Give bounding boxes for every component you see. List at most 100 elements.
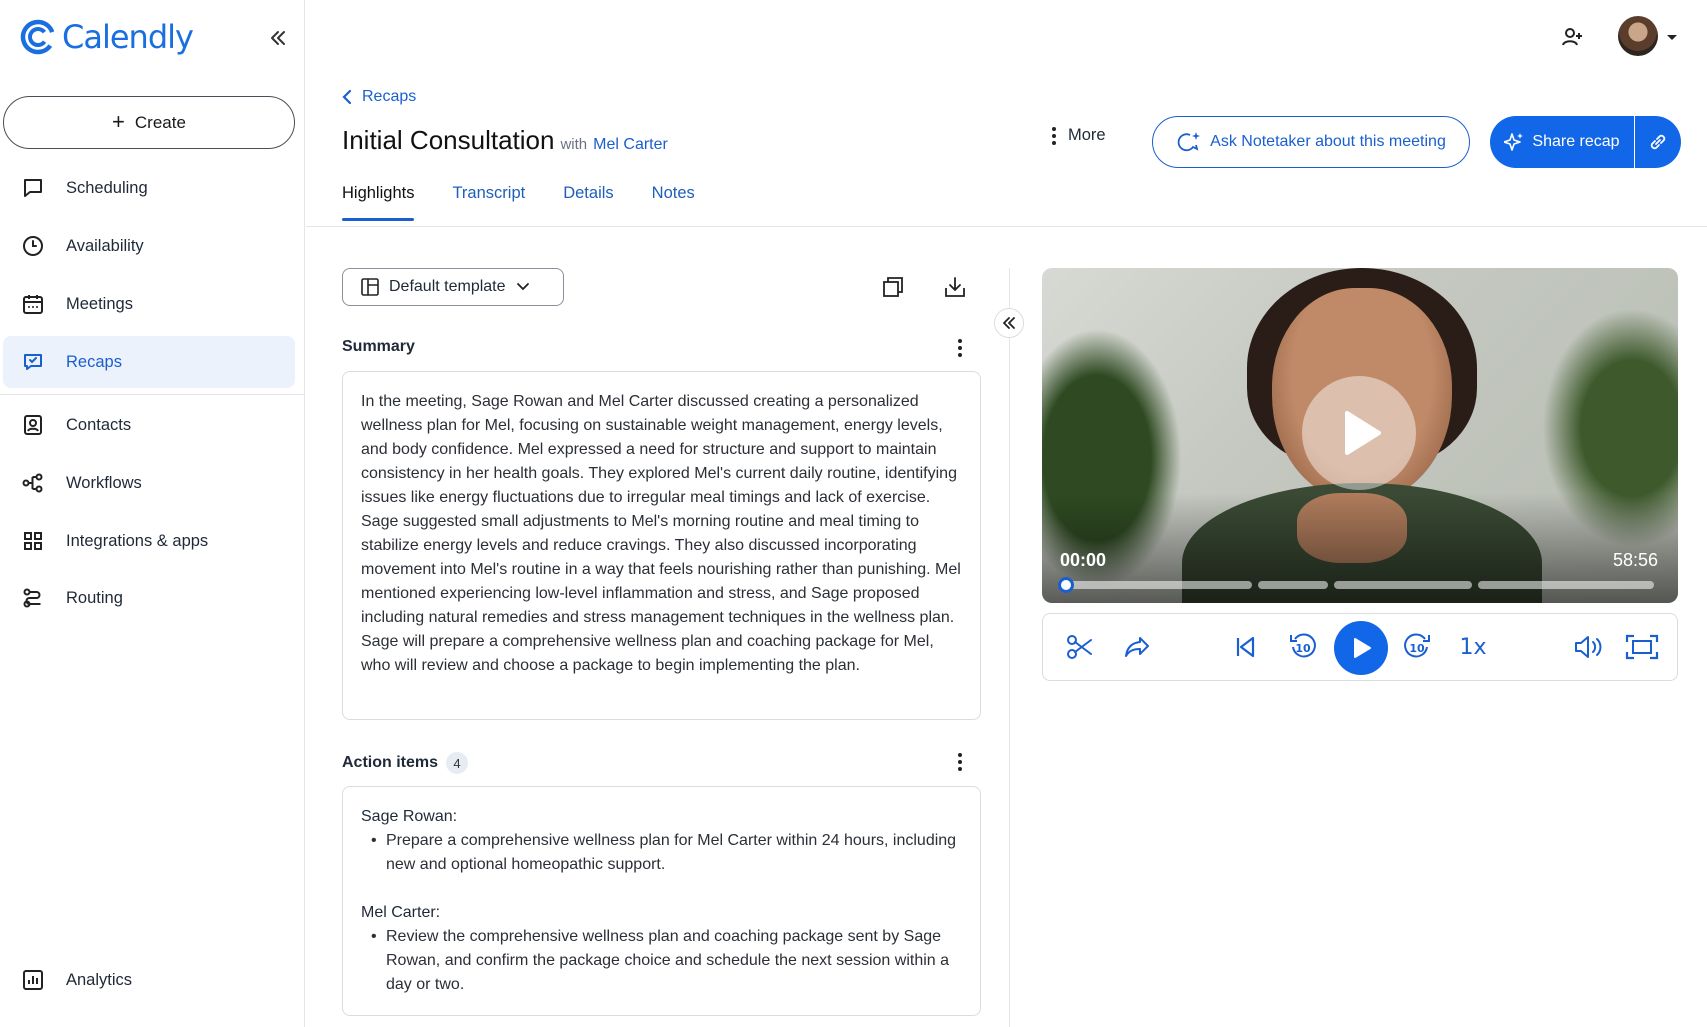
sparkle-icon [1504, 133, 1524, 151]
share-label: Share recap [1532, 133, 1620, 150]
video-player[interactable]: 00:00 58:56 [1042, 268, 1678, 603]
action-list: Review the comprehensive wellness plan a… [361, 925, 962, 997]
more-button[interactable]: More [1052, 126, 1106, 145]
template-dropdown[interactable]: Default template [342, 268, 564, 306]
sidebar-item-label: Scheduling [66, 178, 148, 197]
template-label: Default template [389, 278, 506, 295]
rewind-10-button[interactable]: 10 [1284, 628, 1322, 666]
download-icon[interactable] [942, 274, 968, 300]
forward-10-button[interactable]: 10 [1398, 628, 1436, 666]
tab-transcript[interactable]: Transcript [452, 178, 525, 221]
invite-user-button[interactable] [1557, 22, 1587, 52]
speed-label: 1x [1459, 634, 1487, 660]
sidebar-item-label: Workflows [66, 473, 142, 492]
play-icon [1345, 411, 1381, 455]
calendly-logo[interactable]: Calendly [20, 18, 194, 56]
chapter-segment[interactable] [1258, 581, 1328, 589]
action-items-list: Sage Rowan: Prepare a comprehensive well… [343, 787, 980, 997]
sidebar-item-label: Analytics [66, 970, 133, 989]
action-item: Prepare a comprehensive wellness plan fo… [371, 829, 962, 877]
ask-label: Ask Notetaker about this meeting [1210, 133, 1446, 150]
sidebar-item-label: Availability [66, 236, 144, 255]
plus-icon: + [112, 108, 125, 134]
chapter-segment[interactable] [1334, 581, 1472, 589]
action-list: Prepare a comprehensive wellness plan fo… [361, 829, 962, 877]
action-owner: Sage Rowan: [361, 808, 458, 825]
grid-icon [24, 532, 42, 550]
sidebar: Calendly + Create Scheduling Availabilit… [0, 0, 305, 1027]
sidebar-item-availability[interactable]: Availability [3, 220, 295, 272]
invitee-link[interactable]: Mel Carter [593, 136, 668, 154]
page-title: Initial Consultation [342, 125, 555, 155]
sidebar-item-analytics[interactable]: Analytics [3, 954, 295, 1006]
share-clip-button[interactable] [1118, 628, 1156, 666]
recap-tabs: Highlights Transcript Details Notes [342, 178, 733, 221]
panel-divider [1009, 268, 1010, 1027]
chapter-segment[interactable] [1064, 581, 1252, 589]
svg-text:10: 10 [1295, 642, 1311, 655]
share-arrow-icon [1125, 637, 1149, 657]
sidebar-item-workflows[interactable]: Workflows [3, 457, 295, 509]
summary-heading: Summary [342, 338, 415, 355]
sidebar-item-label: Integrations & apps [66, 531, 209, 550]
rewind-10-icon: 10 [1290, 633, 1316, 658]
copy-icon[interactable] [880, 274, 906, 300]
scissors-icon [1067, 635, 1092, 659]
fullscreen-icon [1625, 634, 1659, 660]
title-row: Initial Consultation with Mel Carter [342, 125, 668, 156]
share-recap-button[interactable]: Share recap [1490, 116, 1634, 168]
action-items-heading: Action items 4 [342, 752, 469, 774]
skip-back-icon [1236, 636, 1255, 658]
breadcrumb[interactable]: Recaps [342, 88, 416, 106]
clock-icon [23, 236, 43, 256]
forward-10-icon: 10 [1404, 633, 1430, 658]
fullscreen-button[interactable] [1623, 628, 1661, 666]
playback-speed-button[interactable]: 1x [1454, 628, 1492, 666]
kebab-icon [1052, 126, 1056, 145]
skip-to-start-button[interactable] [1226, 628, 1264, 666]
copy-link-button[interactable] [1635, 116, 1681, 168]
sidebar-item-routing[interactable]: Routing [3, 572, 295, 624]
sidebar-item-recaps[interactable]: Recaps [3, 336, 295, 388]
sidebar-item-integrations[interactable]: Integrations & apps [3, 515, 295, 567]
header-divider [306, 226, 1707, 227]
bar-chart-icon [23, 970, 43, 990]
chevron-down-icon [516, 283, 529, 291]
action-item: Review the comprehensive wellness plan a… [371, 925, 962, 997]
link-icon [1650, 134, 1666, 150]
summary-card: In the meeting, Sage Rowan and Mel Carte… [342, 371, 981, 720]
chevron-left-icon [342, 89, 352, 105]
more-label: More [1068, 126, 1106, 144]
sparkle-chat-icon [1177, 132, 1201, 152]
action-items-menu-button[interactable] [950, 749, 970, 775]
sidebar-item-label: Recaps [66, 352, 122, 371]
avatar[interactable] [1618, 16, 1658, 56]
chapter-segment[interactable] [1478, 581, 1654, 589]
double-chevron-left-icon [271, 31, 285, 45]
sidebar-item-contacts[interactable]: Contacts [3, 399, 295, 451]
collapse-sidebar-button[interactable] [264, 24, 292, 52]
create-button[interactable]: + Create [3, 96, 295, 149]
clip-button[interactable] [1061, 628, 1099, 666]
video-play-overlay-button[interactable] [1302, 376, 1416, 490]
tab-highlights[interactable]: Highlights [342, 178, 415, 221]
tab-notes[interactable]: Notes [652, 178, 695, 221]
calendar-icon [23, 295, 43, 314]
kebab-icon [958, 339, 962, 357]
play-button[interactable] [1334, 621, 1388, 675]
sidebar-item-meetings[interactable]: Meetings [3, 278, 295, 330]
summary-text: In the meeting, Sage Rowan and Mel Carte… [361, 393, 961, 674]
volume-button[interactable] [1569, 628, 1607, 666]
ask-notetaker-button[interactable]: Ask Notetaker about this meeting [1152, 116, 1470, 168]
sidebar-item-scheduling[interactable]: Scheduling [3, 162, 295, 214]
caret-down-icon[interactable] [1665, 30, 1679, 44]
workflow-icon [22, 473, 43, 493]
summary-menu-button[interactable] [950, 335, 970, 361]
video-progress-bar[interactable] [1058, 577, 1654, 593]
tab-details[interactable]: Details [563, 178, 613, 221]
double-chevron-left-icon [1003, 317, 1015, 329]
sidebar-item-label: Meetings [66, 294, 133, 313]
progress-knob[interactable] [1058, 577, 1074, 593]
play-icon [1354, 638, 1371, 658]
collapse-panel-button[interactable] [994, 308, 1024, 338]
